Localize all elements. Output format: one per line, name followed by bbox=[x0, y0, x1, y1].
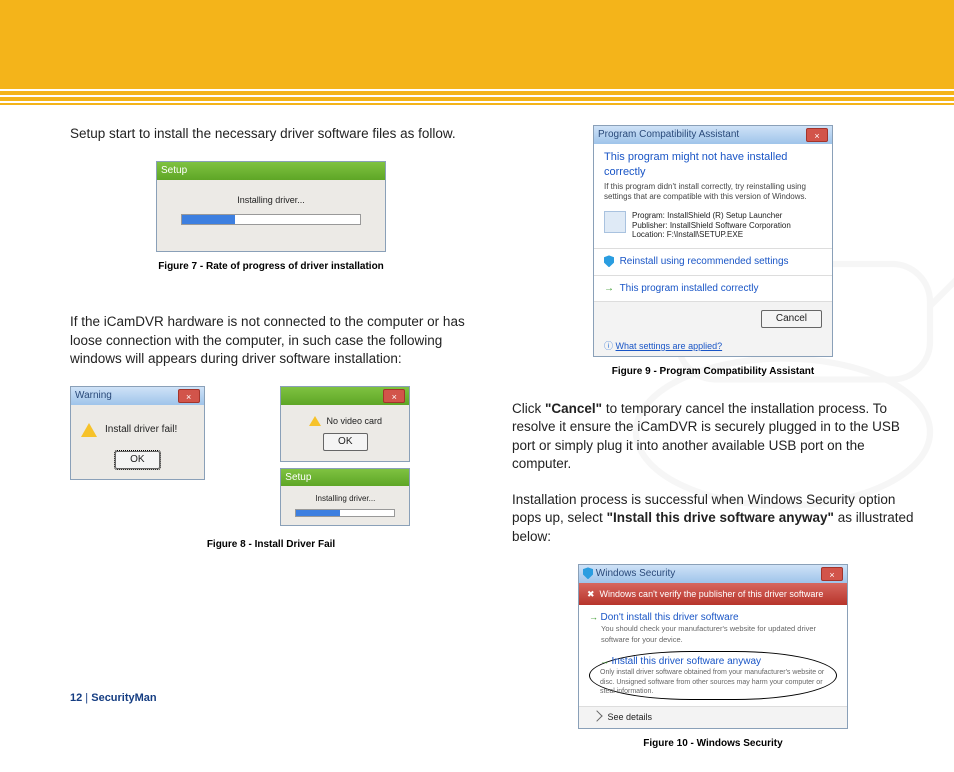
shield-icon bbox=[604, 255, 614, 267]
setup-dialog-small: Setup Installing driver... bbox=[280, 468, 410, 526]
figure-8: Warning × Install driver fail! OK bbox=[70, 386, 472, 551]
figure-10: Windows Security × ✖ Windows can't verif… bbox=[512, 564, 914, 750]
winsec-titlebar: Windows Security × bbox=[579, 565, 847, 583]
page-number: 12 bbox=[70, 692, 82, 704]
pca-title: Program Compatibility Assistant bbox=[598, 128, 739, 142]
novideo-titlebar: × bbox=[281, 387, 409, 405]
close-icon[interactable]: × bbox=[178, 389, 200, 403]
close-icon[interactable]: × bbox=[383, 389, 405, 403]
installer-icon bbox=[604, 211, 626, 233]
progress-bar-small bbox=[295, 509, 395, 517]
winsec-option-dont[interactable]: → Don't install this driver software You… bbox=[579, 605, 847, 649]
figure-9: Program Compatibility Assistant × This p… bbox=[512, 125, 914, 378]
page-footer: 12 | SecurityMan bbox=[70, 692, 157, 704]
intro-text: Setup start to install the necessary dri… bbox=[70, 125, 472, 143]
progress-bar bbox=[181, 214, 361, 225]
setup-dialog: Setup Installing driver... bbox=[156, 161, 386, 252]
chevron-down-icon bbox=[591, 711, 602, 722]
winsec-option-anyway[interactable]: → Install this driver software anyway On… bbox=[579, 649, 847, 707]
warning-icon bbox=[81, 423, 97, 437]
winsec-banner: ✖ Windows can't verify the publisher of … bbox=[579, 583, 847, 605]
arrow-right-icon: → bbox=[600, 656, 609, 666]
right-column: Program Compatibility Assistant × This p… bbox=[512, 125, 914, 772]
novideo-dialog: × No video card OK bbox=[280, 386, 410, 462]
ok-button[interactable]: OK bbox=[323, 433, 367, 451]
close-icon[interactable]: × bbox=[806, 128, 828, 142]
footer-brand: SecurityMan bbox=[91, 692, 156, 704]
novideo-message: No video card bbox=[327, 415, 383, 427]
click-cancel-text: Click "Cancel" to temporary cancel the i… bbox=[512, 400, 914, 473]
setup-title: Setup bbox=[161, 164, 187, 178]
cancel-button[interactable]: Cancel bbox=[761, 310, 822, 328]
figure-10-caption: Figure 10 - Windows Security bbox=[512, 737, 914, 751]
ok-button[interactable]: OK bbox=[115, 451, 159, 469]
pca-titlebar: Program Compatibility Assistant × bbox=[594, 126, 832, 144]
warning-title: Warning bbox=[75, 389, 112, 403]
warning-titlebar: Warning × bbox=[71, 387, 204, 405]
figure-7: Setup Installing driver... Figure 7 - Ra… bbox=[70, 161, 472, 273]
setup-titlebar: Setup bbox=[157, 162, 385, 180]
warning-icon bbox=[309, 416, 321, 426]
not-connected-text: If the iCamDVR hardware is not connected… bbox=[70, 313, 472, 368]
close-icon[interactable]: × bbox=[821, 567, 843, 581]
setup-title-small: Setup bbox=[285, 471, 311, 485]
arrow-right-icon: → bbox=[604, 283, 614, 294]
circled-option: → Install this driver software anyway On… bbox=[589, 651, 837, 701]
right-stack: × No video card OK bbox=[219, 386, 472, 526]
header-band bbox=[0, 0, 954, 85]
pca-help-link[interactable]: What settings are applied? bbox=[616, 341, 723, 351]
warning-message: Install driver fail! bbox=[105, 423, 177, 437]
successful-text: Installation process is successful when … bbox=[512, 491, 914, 546]
pca-heading: This program might not have installed co… bbox=[594, 144, 832, 182]
pca-option-reinstall[interactable]: Reinstall using recommended settings bbox=[594, 248, 832, 275]
info-icon: ⓘ bbox=[604, 341, 613, 351]
setup-titlebar-small: Setup bbox=[281, 469, 409, 487]
winsec-dialog: Windows Security × ✖ Windows can't verif… bbox=[578, 564, 848, 729]
left-column: Setup start to install the necessary dri… bbox=[70, 125, 472, 772]
warning-dialog: Warning × Install driver fail! OK bbox=[70, 386, 205, 480]
pca-dialog: Program Compatibility Assistant × This p… bbox=[593, 125, 833, 357]
header-rules bbox=[0, 85, 954, 105]
setup-status: Installing driver... bbox=[173, 194, 369, 206]
figure-8-caption: Figure 8 - Install Driver Fail bbox=[70, 538, 472, 552]
figure-7-caption: Figure 7 - Rate of progress of driver in… bbox=[70, 260, 472, 274]
see-details-link[interactable]: See details bbox=[608, 712, 653, 722]
shield-icon bbox=[583, 567, 593, 579]
pca-option-installed[interactable]: → This program installed correctly bbox=[594, 275, 832, 302]
arrow-right-icon: → bbox=[589, 612, 598, 622]
figure-9-caption: Figure 9 - Program Compatibility Assista… bbox=[512, 365, 914, 379]
setup-status-small: Installing driver... bbox=[289, 494, 401, 505]
pca-sub: If this program didn't install correctly… bbox=[594, 182, 832, 210]
